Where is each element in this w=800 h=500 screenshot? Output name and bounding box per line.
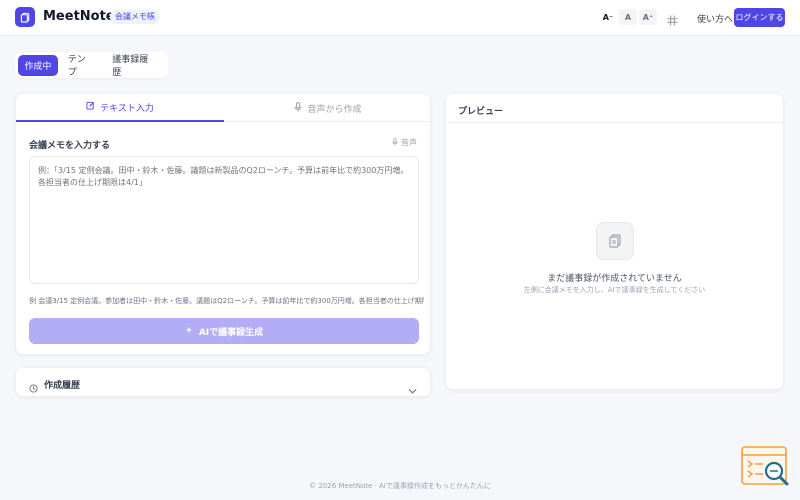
app-header: MeetNote 会議メモ帳 A⁻ A A⁺ 使い方へ ログインする (0, 0, 800, 36)
brand-name: MeetNote (43, 9, 115, 24)
generate-minutes-button[interactable]: AIで議事録生成 (29, 318, 419, 344)
font-size-large-button[interactable]: A⁺ (639, 9, 657, 25)
footer-text: © 2026 MeetNote · AIで議事録作成をもっとかんたんに (309, 482, 491, 490)
meeting-notes-input[interactable] (29, 156, 419, 284)
main-tabs: 作成中 テンプ 議事録履歴 (15, 52, 168, 78)
tab-template[interactable]: テンプ (60, 55, 103, 78)
preview-title: プレビュー (458, 107, 504, 117)
font-size-medium-button[interactable]: A (619, 9, 637, 25)
font-size-controls: A⁻ A A⁺ (599, 9, 657, 25)
preview-divider (446, 122, 783, 123)
app-badge: 会議メモ帳 (110, 10, 160, 24)
hashtag-icon[interactable] (667, 11, 678, 30)
notes-logo-icon (15, 7, 35, 27)
tab-text-input-label: テキスト入力 (100, 103, 154, 114)
search-code-logo-icon[interactable] (741, 445, 791, 487)
voice-input-label: 音声 (401, 138, 417, 147)
mic-icon (294, 101, 302, 115)
generate-minutes-label: AIで議事録生成 (198, 327, 264, 338)
empty-state-subtitle: 左側に会議メモを入力し、AIで議事録を生成してください (523, 286, 706, 294)
preview-card: プレビュー まだ議事録が作成されていません 左側に会議メモを入力し、AIで議事録… (445, 93, 784, 390)
mic-small-icon (392, 137, 398, 148)
edit-icon (86, 101, 95, 113)
tab-create[interactable]: 作成中 (18, 54, 58, 76)
tab-history[interactable]: 議事録履歴 (104, 55, 165, 78)
tab-voice-input[interactable]: 音声から作成 (224, 94, 432, 122)
history-accordion[interactable]: 作成履歴 (15, 367, 431, 397)
chevron-down-icon[interactable] (408, 379, 417, 398)
font-size-small-button[interactable]: A⁻ (599, 9, 617, 25)
empty-state-title: まだ議事録が作成されていません (547, 274, 682, 284)
sparkle-icon (185, 325, 193, 337)
history-title: 作成履歴 (44, 381, 81, 391)
input-mode-tabs: テキスト入力 音声から作成 (16, 94, 432, 122)
tab-text-input[interactable]: テキスト入力 (16, 94, 224, 122)
editor-card: テキスト入力 音声から作成 会議メモを入力する 音声 例 会議3/15 定例会議… (15, 93, 432, 355)
help-link[interactable]: 使い方へ (697, 12, 733, 25)
login-button[interactable]: ログインする (734, 8, 785, 27)
voice-input-button[interactable]: 音声 (392, 137, 417, 148)
example-hint: 例 会議3/15 定例会議。参加者は田中・鈴木・佐藤。議題はQ2ローンチ。予算は… (29, 297, 424, 305)
clock-icon (29, 378, 38, 397)
tab-voice-input-label: 音声から作成 (307, 104, 362, 115)
document-icon (596, 222, 634, 260)
notes-field-label: 会議メモを入力する (29, 141, 111, 151)
